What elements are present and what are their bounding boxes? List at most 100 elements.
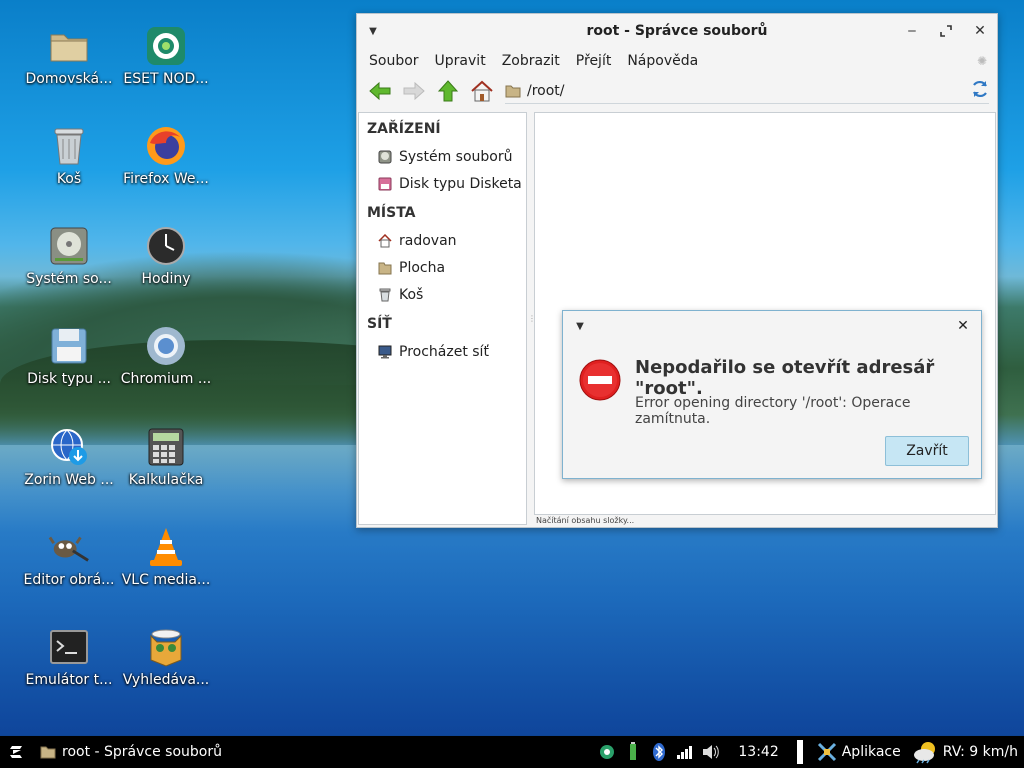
sidebar-item-floppy[interactable]: Disk typu Disketa xyxy=(359,170,526,197)
sidebar-header-places: MÍSTA xyxy=(367,205,416,221)
desktop-icon-label: Emulátor t... xyxy=(25,672,113,688)
refresh-icon xyxy=(973,80,987,97)
maximize-icon xyxy=(940,25,952,37)
home-button[interactable] xyxy=(465,76,499,106)
trash-icon xyxy=(377,287,393,303)
desktop-icon-terminal[interactable]: Emulátor t... xyxy=(21,626,117,688)
sidebar-item-plocha[interactable]: Plocha xyxy=(359,254,526,281)
minimize-button[interactable]: ‒ xyxy=(895,16,929,46)
desktop-icon-filesystem[interactable]: Systém so... xyxy=(21,225,117,287)
taskbar-item-file-manager[interactable]: root - Správce souborů xyxy=(34,736,222,768)
floppy-icon xyxy=(48,325,90,367)
desktop-icon-calculator[interactable]: Kalkulačka xyxy=(118,426,214,488)
bluetooth-icon[interactable] xyxy=(646,736,672,768)
up-button[interactable] xyxy=(431,76,465,106)
sidebar-item-browse-network[interactable]: Procházet síť xyxy=(359,338,526,365)
back-button[interactable] xyxy=(363,76,397,106)
desktop-icon-label: Chromium ... xyxy=(120,371,212,387)
desktop-icon-trash[interactable]: Koš xyxy=(21,125,117,187)
eset-tray-icon[interactable] xyxy=(594,736,620,768)
show-desktop-button[interactable] xyxy=(796,740,803,764)
trash-icon xyxy=(48,125,90,167)
sidebar-item-filesystem[interactable]: Systém souborů xyxy=(359,143,526,170)
status-bar: Načítání obsahu složky... xyxy=(536,516,635,525)
desktop-icon-label: Zorin Web ... xyxy=(24,472,114,488)
zorin-logo-icon xyxy=(10,746,22,758)
menu-soubor[interactable]: Soubor xyxy=(361,53,427,69)
volume-icon[interactable] xyxy=(698,736,724,768)
desktop-icon-label: Vyhledáva... xyxy=(122,672,210,688)
arrow-right-icon xyxy=(403,81,425,101)
harddisk-icon xyxy=(48,225,90,267)
terminal-icon xyxy=(48,626,90,668)
folder-icon xyxy=(40,746,56,759)
applications-menu-button[interactable]: Aplikace xyxy=(817,742,901,762)
dialog-message: Error opening directory '/root': Operace… xyxy=(635,395,911,427)
sidebar-item-radovan[interactable]: radovan xyxy=(359,227,526,254)
desktop-folder-icon xyxy=(377,260,393,276)
menu-upravit[interactable]: Upravit xyxy=(427,53,494,69)
start-menu-button[interactable] xyxy=(0,736,34,768)
applications-icon xyxy=(817,742,836,762)
desktop-icon-firefox[interactable]: Firefox We... xyxy=(118,125,214,187)
folder-icon xyxy=(505,85,521,97)
home-icon xyxy=(377,233,393,249)
desktop-icon-label: ESET NOD... xyxy=(123,71,209,87)
sidebar-item-label: Koš xyxy=(399,286,424,303)
network-signal-icon[interactable] xyxy=(672,736,698,768)
dialog-titlebar[interactable]: ▼ ✕ xyxy=(563,311,981,341)
desktop-icon-eset[interactable]: ESET NOD... xyxy=(118,25,214,87)
window-menu-button[interactable]: ▼ xyxy=(357,26,389,37)
desktop-icon-floppy[interactable]: Disk typu ... xyxy=(21,325,117,387)
sidebar-item-label: radovan xyxy=(399,232,457,249)
close-dialog-button[interactable]: Zavřít xyxy=(885,436,969,466)
weather-label: RV: 9 km/h xyxy=(942,744,1018,760)
desktop-icon-label: Hodiny xyxy=(141,271,191,287)
dialog-close-button[interactable]: ✕ xyxy=(945,318,981,334)
loading-spinner-icon: ✺ xyxy=(976,54,987,68)
desktop-icon-chromium[interactable]: Chromium ... xyxy=(118,325,214,387)
toolbar: /root/ xyxy=(357,74,997,108)
menu-zobrazit[interactable]: Zobrazit xyxy=(494,53,568,69)
desktop-icon-image-editor[interactable]: Editor obrá... xyxy=(21,526,117,588)
dialog-menu-button[interactable]: ▼ xyxy=(563,321,597,332)
desktop-icon-label: VLC media... xyxy=(121,572,211,588)
window-titlebar[interactable]: ▼ root - Správce souborů ‒ ✕ xyxy=(357,14,997,48)
vlc-icon xyxy=(145,526,187,568)
home-icon xyxy=(471,80,493,102)
harddisk-icon xyxy=(377,149,393,165)
refresh-button[interactable] xyxy=(971,80,989,102)
forward-button[interactable] xyxy=(397,76,431,106)
desktop-icon-label: Kalkulačka xyxy=(128,472,204,488)
sidebar: ZAŘÍZENÍ Systém souborů Disk typu Disket… xyxy=(358,112,527,525)
battery-icon[interactable] xyxy=(620,736,646,768)
desktop-icon-zorin-web[interactable]: Zorin Web ... xyxy=(21,426,117,488)
maximize-button[interactable] xyxy=(929,16,963,46)
sidebar-item-label: Plocha xyxy=(399,259,446,276)
menu-prejit[interactable]: Přejít xyxy=(568,53,620,69)
desktop-icon-vlc[interactable]: VLC media... xyxy=(118,526,214,588)
desktop-icon-search[interactable]: Vyhledáva... xyxy=(118,626,214,688)
sidebar-item-trash[interactable]: Koš xyxy=(359,281,526,308)
desktop-icon-home[interactable]: Domovská... xyxy=(21,25,117,87)
desktop-icon-clock[interactable]: Hodiny xyxy=(118,225,214,287)
sidebar-header-network: SÍŤ xyxy=(367,316,392,332)
gimp-icon xyxy=(48,526,90,568)
pane-resize-handle[interactable]: ⋮ xyxy=(528,314,536,324)
menu-napoveda[interactable]: Nápověda xyxy=(619,53,706,69)
desktop-icon-label: Systém so... xyxy=(26,271,112,287)
desktop-icon-label: Firefox We... xyxy=(123,171,209,187)
applications-label: Aplikace xyxy=(841,744,901,760)
clock[interactable]: 13:42 xyxy=(724,744,796,760)
weather-widget[interactable]: RV: 9 km/h xyxy=(913,740,1018,764)
calculator-icon xyxy=(145,426,187,468)
error-dialog[interactable]: ▼ ✕ Nepodařilo se otevřít adresář "root"… xyxy=(562,310,982,479)
location-bar[interactable]: /root/ xyxy=(505,78,989,104)
floppy-icon xyxy=(377,176,393,192)
close-button[interactable]: ✕ xyxy=(963,16,997,46)
network-icon xyxy=(377,344,393,360)
dialog-title: Nepodařilo se otevřít adresář "root". xyxy=(635,357,935,399)
eset-icon xyxy=(145,25,187,67)
search-cat-icon xyxy=(145,626,187,668)
desktop-icon-label: Disk typu ... xyxy=(27,371,111,387)
